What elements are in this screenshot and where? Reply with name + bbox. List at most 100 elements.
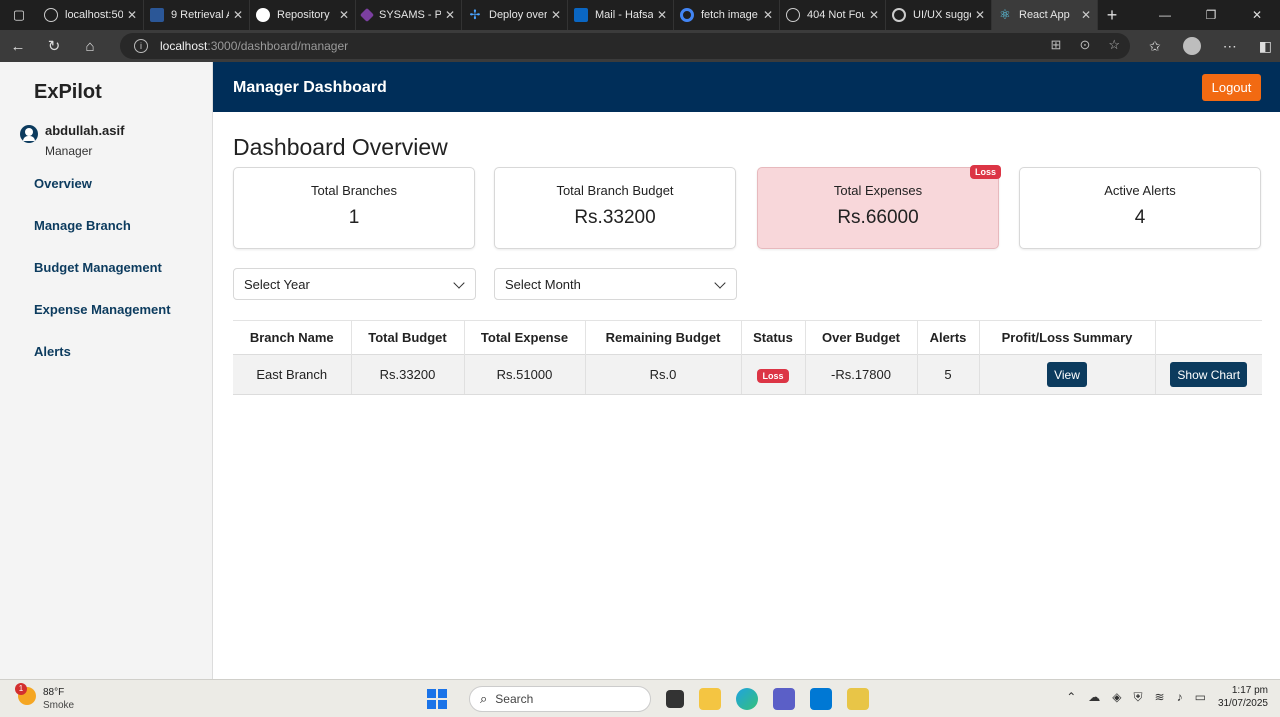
edge-icon[interactable] [736, 688, 758, 710]
month-select[interactable]: Select Month [494, 268, 737, 300]
app-available-icon[interactable]: ⊞ [1051, 37, 1062, 53]
vscode-icon[interactable] [810, 688, 832, 710]
close-icon[interactable]: ✕ [445, 8, 455, 22]
chevron-up-icon[interactable]: ⌃ [1066, 690, 1076, 704]
sidebar-item-budget-management[interactable]: Budget Management [34, 260, 171, 302]
close-icon[interactable]: ✕ [233, 8, 243, 22]
task-view-icon[interactable] [666, 690, 684, 708]
cell-chart: Show Chart [1155, 354, 1262, 395]
security-icon[interactable]: ⛨ [1134, 690, 1143, 705]
close-icon[interactable]: ✕ [551, 8, 561, 22]
weather-widget[interactable]: 1 88°F Smoke [15, 683, 74, 711]
month-select-value: Select Month [505, 277, 581, 292]
sidebar-item-overview[interactable]: Overview [34, 176, 171, 218]
url-input[interactable]: i localhost:3000/dashboard/manager ⊞ ⊙ ☆ [120, 33, 1130, 59]
tab-favicon-icon [359, 7, 375, 23]
favorite-star-icon[interactable]: ☆ [1108, 37, 1120, 53]
browser-tab[interactable]: ✢ Deploy over ✕ [462, 0, 568, 30]
sidebar-item-manage-branch[interactable]: Manage Branch [34, 218, 171, 260]
browser-tab[interactable]: Mail - Hafsa ✕ [568, 0, 674, 30]
browser-tab[interactable]: 9 Retrieval A ✕ [144, 0, 250, 30]
card-value: 1 [348, 207, 360, 228]
chevron-down-icon [453, 277, 465, 289]
more-icon[interactable]: ⋯ [1223, 38, 1237, 55]
table-row: East Branch Rs.33200 Rs.51000 Rs.0 Loss … [233, 354, 1262, 395]
windows-start-icon[interactable] [427, 689, 447, 709]
maximize-icon[interactable]: ❐ [1188, 0, 1234, 30]
tab-label: React App [1019, 9, 1070, 21]
year-select[interactable]: Select Year [233, 268, 476, 300]
sidebar-item-alerts[interactable]: Alerts [34, 344, 171, 386]
close-window-icon[interactable]: ✕ [1234, 0, 1280, 30]
tab-label: Repository [277, 9, 330, 21]
battery-icon[interactable]: ▭ [1195, 690, 1206, 704]
browser-tab[interactable]: 404 Not Fou ✕ [780, 0, 886, 30]
column-header: Remaining Budget [585, 320, 742, 355]
user-icon [20, 125, 38, 143]
browser-tab-active[interactable]: ⚛ React App ✕ [992, 0, 1098, 30]
onedrive-icon[interactable]: ☁ [1088, 690, 1100, 704]
close-icon[interactable]: ✕ [975, 8, 985, 22]
search-icon: ⌕ [480, 691, 488, 706]
close-icon[interactable]: ✕ [763, 8, 773, 22]
tab-label: UI/UX sugge [913, 9, 971, 21]
window-controls: — ❐ ✕ [1142, 0, 1280, 30]
close-icon[interactable]: ✕ [657, 8, 667, 22]
new-tab-icon[interactable]: + [1098, 0, 1126, 30]
paint-icon[interactable] [847, 688, 869, 710]
sidebar-item-expense-management[interactable]: Expense Management [34, 302, 171, 344]
refresh-icon[interactable]: ↻ [36, 30, 72, 62]
year-select-value: Select Year [244, 277, 310, 292]
user-role: Manager [45, 144, 93, 158]
clock[interactable]: 1:17 pm 31/07/2025 [1218, 684, 1268, 710]
site-info-icon[interactable]: i [134, 39, 148, 53]
sidebar: ExPilot abdullah.asif Manager Overview M… [0, 62, 213, 679]
logout-button[interactable]: Logout [1202, 74, 1261, 101]
browser-chrome: ▢ localhost:50 ✕ 9 Retrieval A ✕ Repositor… [0, 0, 1280, 62]
card-total-branches: Total Branches 1 [233, 167, 475, 249]
header-bar: Manager Dashboard Logout [213, 62, 1280, 112]
tab-actions-icon[interactable]: ▢ [0, 0, 38, 30]
tab-label: localhost:50 [65, 9, 123, 21]
volume-icon[interactable]: ♪ [1177, 690, 1183, 704]
close-icon[interactable]: ✕ [1081, 8, 1091, 22]
column-header: Status [741, 320, 806, 355]
mail-icon [574, 8, 588, 22]
browser-tab[interactable]: SYSAMS - P ✕ [356, 0, 462, 30]
minimize-icon[interactable]: — [1142, 0, 1188, 30]
column-header: Branch Name [233, 320, 352, 355]
teams-icon[interactable] [773, 688, 795, 710]
close-icon[interactable]: ✕ [869, 8, 879, 22]
taskbar-apps: ⌕ Search [427, 686, 869, 712]
browser-tab[interactable]: UI/UX sugge ✕ [886, 0, 992, 30]
tab-label: 9 Retrieval A [171, 9, 229, 21]
globe-icon [44, 8, 58, 22]
wifi-icon[interactable]: ≋ [1155, 690, 1165, 704]
loss-badge: Loss [969, 165, 1001, 179]
browser-tab[interactable]: localhost:50 ✕ [38, 0, 144, 30]
favorites-icon[interactable]: ✩ [1149, 38, 1161, 55]
sidebar-toggle-icon[interactable]: ◧ [1259, 38, 1272, 55]
card-label: Total Expenses [833, 183, 923, 198]
show-chart-button[interactable]: Show Chart [1170, 362, 1248, 387]
user-profile: abdullah.asif Manager [20, 123, 124, 158]
profile-avatar[interactable] [1182, 37, 1201, 55]
close-icon[interactable]: ✕ [339, 8, 349, 22]
file-explorer-icon[interactable] [699, 688, 721, 710]
card-label: Total Branches [311, 183, 397, 198]
github-icon [256, 8, 270, 22]
view-button[interactable]: View [1047, 362, 1087, 387]
taskbar-search[interactable]: ⌕ Search [469, 686, 651, 712]
column-header: Alerts [917, 320, 980, 355]
browser-tab[interactable]: fetch image ✕ [674, 0, 780, 30]
read-aloud-icon[interactable]: ⊙ [1079, 37, 1090, 53]
browser-tab[interactable]: Repository ✕ [250, 0, 356, 30]
cell-branch-name: East Branch [233, 354, 352, 395]
close-icon[interactable]: ✕ [127, 8, 137, 22]
globe-icon [786, 8, 800, 22]
app-tray-icon[interactable]: ◈ [1112, 690, 1121, 704]
home-icon[interactable]: ⌂ [72, 30, 108, 62]
page-title: Dashboard Overview [233, 134, 448, 160]
back-icon[interactable]: ← [0, 30, 36, 62]
username: abdullah.asif [45, 123, 125, 138]
